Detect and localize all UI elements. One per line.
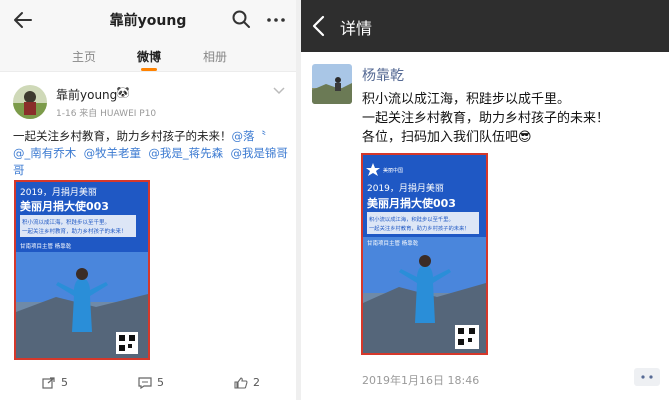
more-icon[interactable]	[265, 11, 287, 29]
weibo-panel: 靠前young 主页 微博 相册 靠前young 🐼 1-16 来自 HUAWE…	[0, 0, 296, 400]
post-text-line: 各位，扫码加入我们队伍吧😎	[362, 130, 532, 145]
tab-home[interactable]: 主页	[72, 48, 96, 65]
poster-headline-1: 2019，月捐月美丽	[20, 186, 97, 198]
author-name[interactable]: 杨靠乾	[362, 65, 404, 85]
poster-tag: 甘南项目主管 杨靠乾	[367, 239, 419, 247]
comment-icon	[138, 377, 152, 390]
poster-logo-text: 美丽中国	[383, 167, 403, 174]
avatar[interactable]	[312, 64, 352, 104]
back-chevron-icon[interactable]	[311, 15, 327, 37]
mention-link[interactable]: @_南有乔木	[13, 146, 76, 160]
page-title: 详情	[340, 19, 373, 38]
chevron-down-icon[interactable]	[273, 86, 285, 96]
post-text-line: 一起关注乡村教育，助力乡村孩子的未来！	[362, 111, 610, 126]
active-tab-indicator	[141, 68, 157, 71]
thumbs-up-icon	[234, 377, 248, 389]
panda-badge-icon: 🐼	[116, 86, 130, 99]
post-meta: 1-16 来自 HUAWEI P10	[56, 109, 157, 119]
avatar[interactable]	[13, 85, 47, 119]
poster-image[interactable]: 美丽中国 2019，月捐月美丽 美丽月捐大使003 积小流以成江海，积跬步以至千…	[361, 153, 488, 355]
post-text: 一起关注乡村教育，助力乡村孩子的未来！@落〝 @_南有乔木 @牧羊老童 @我是_…	[13, 128, 288, 179]
post-text-line: 积小流以成江海，积跬步以成千里。	[362, 92, 571, 107]
like-button[interactable]: 2	[234, 376, 260, 389]
poster-image[interactable]: 2019，月捐月美丽 美丽月捐大使003 积小流以成江海，积跬步以至千里。 一起…	[14, 180, 150, 360]
poster-tag: 甘南项目主管 杨靠乾	[20, 242, 72, 250]
mention-link[interactable]: @我是_蒋先森	[148, 146, 223, 160]
tab-album[interactable]: 相册	[203, 48, 227, 65]
weibo-top-bar: 靠前young	[0, 0, 296, 40]
repost-button[interactable]: 5	[42, 376, 68, 389]
repost-icon	[42, 377, 55, 389]
comment-menu-button[interactable]	[634, 368, 660, 386]
search-icon[interactable]	[231, 9, 251, 29]
tab-weibo[interactable]: 微博	[137, 48, 161, 65]
poster-quote-2: 一起关注乡村教育，助力乡村孩子的未来！	[22, 227, 127, 235]
profile-tabs: 主页 微博 相册	[0, 40, 296, 72]
repost-count: 5	[61, 376, 68, 389]
page-title: 靠前young	[109, 13, 187, 29]
post-text-plain: 一起关注乡村教育，助力乡村孩子的未来！	[13, 129, 232, 143]
poster-quote-1: 积小流以成江海，积跬步以至千里。	[22, 218, 110, 226]
poster-quote-2: 一起关注乡村教育，助力乡村孩子的未来！	[369, 224, 470, 232]
post-text: 积小流以成江海，积跬步以成千里。 一起关注乡村教育，助力乡村孩子的未来！ 各位，…	[362, 90, 662, 147]
wechat-panel: 详情 杨靠乾 积小流以成江海，积跬步以成千里。 一起关注乡村教育，助力乡村孩子的…	[301, 0, 669, 400]
poster-headline-2: 美丽月捐大使003	[367, 196, 456, 210]
like-count: 2	[253, 376, 260, 389]
comment-button[interactable]: 5	[138, 376, 164, 390]
post-timestamp: 2019年1月16日 18:46	[362, 374, 480, 387]
mention-link[interactable]: @落〝	[232, 129, 267, 143]
wechat-top-bar: 详情	[301, 0, 669, 52]
poster-headline-1: 2019，月捐月美丽	[367, 182, 444, 194]
comment-count: 5	[157, 376, 164, 389]
post-actions: 5 5 2	[0, 373, 296, 395]
poster-headline-2: 美丽月捐大使003	[20, 199, 109, 213]
mention-link[interactable]: @牧羊老童	[84, 146, 142, 160]
author-name[interactable]: 靠前young	[56, 86, 117, 103]
poster-quote-1: 积小流以成江海，积跬步以至千里。	[369, 215, 454, 223]
comment-dots-icon	[641, 375, 653, 379]
